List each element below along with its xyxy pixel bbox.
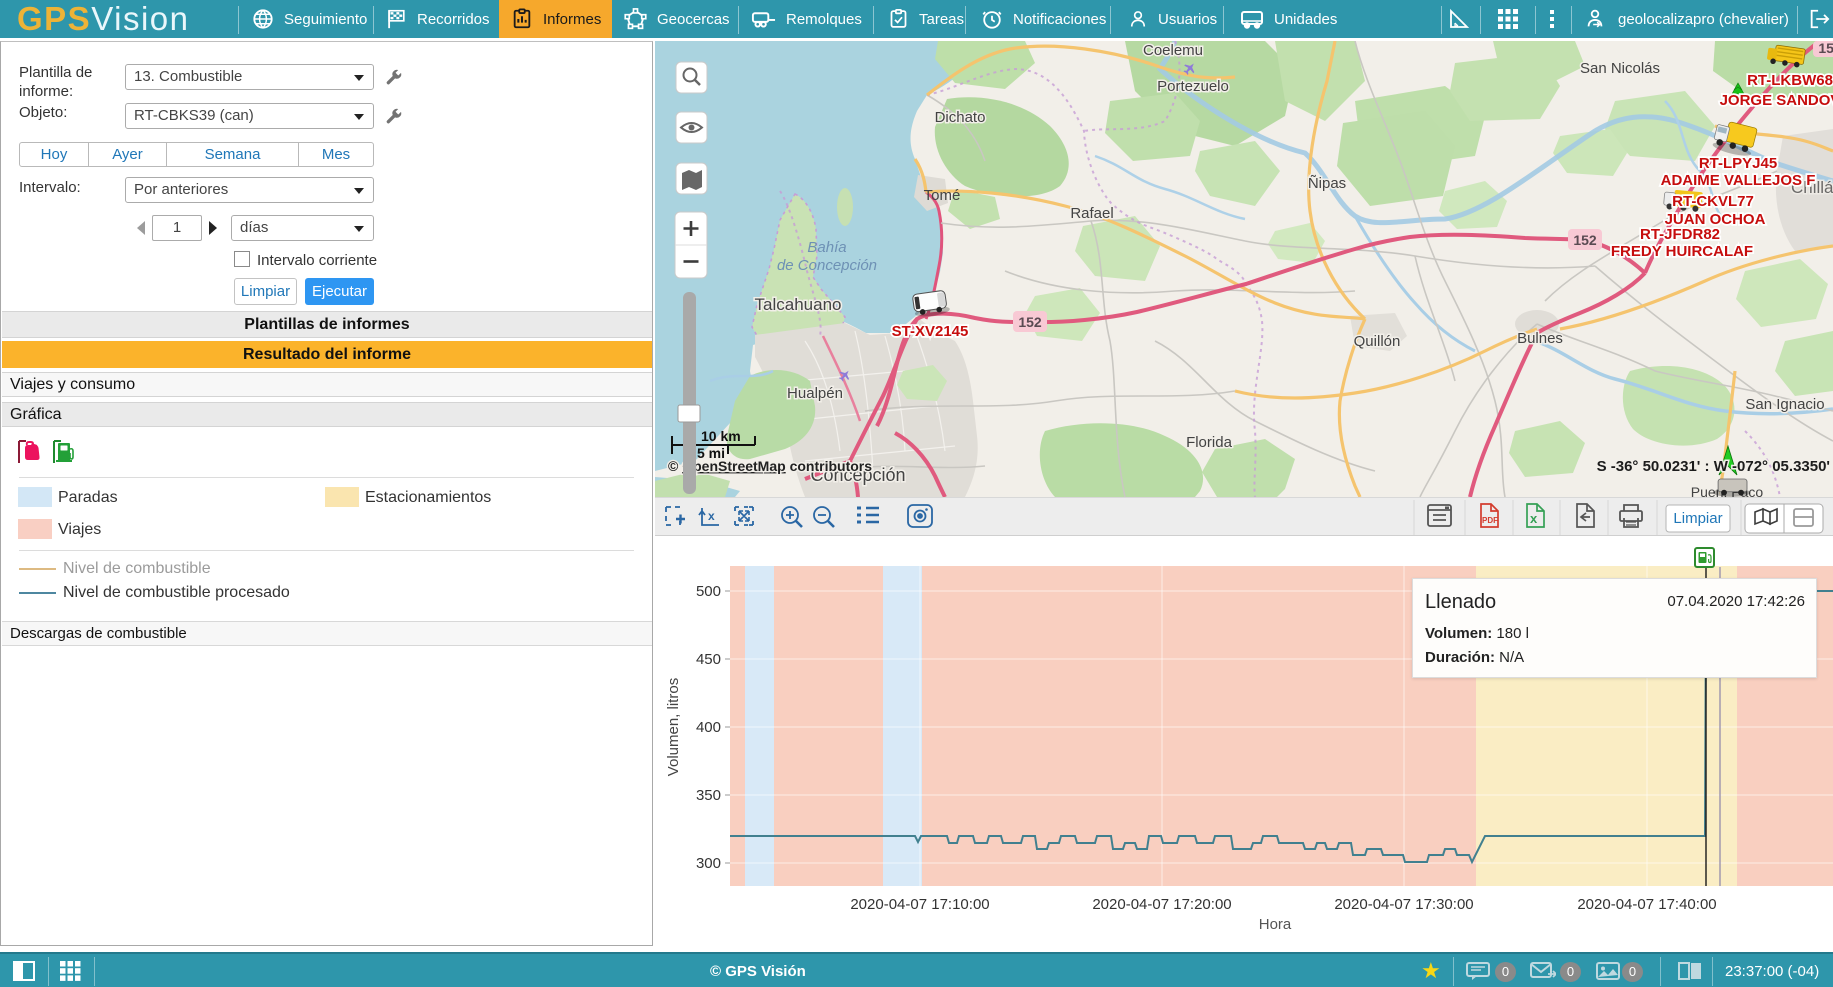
svg-text:Tomé: Tomé	[924, 187, 961, 204]
svg-text:RT-CKVL77: RT-CKVL77	[1672, 193, 1754, 210]
svg-text:San Nicolás: San Nicolás	[1580, 60, 1660, 77]
svg-text:Hualpén: Hualpén	[787, 385, 843, 402]
svg-text:Quillón: Quillón	[1354, 333, 1401, 350]
svg-text:S -36° 50.0231' : W -072° 05.3: S -36° 50.0231' : W -072° 05.3350'	[1597, 458, 1830, 475]
svg-text:Volumen, litros: Volumen, litros	[665, 678, 682, 776]
svg-text:x: x	[1530, 511, 1538, 526]
svg-text:Florida: Florida	[1186, 434, 1233, 451]
svg-text:10 km: 10 km	[701, 428, 741, 444]
svg-text:RT-JFDR82: RT-JFDR82	[1640, 226, 1720, 243]
svg-text:Rafael: Rafael	[1070, 205, 1113, 222]
svg-text:400: 400	[696, 719, 721, 736]
svg-text:Bulnes: Bulnes	[1517, 330, 1563, 347]
svg-text:ST-XV2145: ST-XV2145	[892, 323, 969, 340]
svg-text:Bahía: Bahía	[807, 239, 846, 256]
svg-text:Limpiar: Limpiar	[1673, 510, 1722, 527]
svg-text:JORGE SANDOV: JORGE SANDOV	[1720, 92, 1833, 109]
svg-text:Talcahuano: Talcahuano	[755, 295, 842, 314]
svg-text:RT-LPYJ45: RT-LPYJ45	[1699, 155, 1777, 172]
svg-text:FREDY HUIRCALAF: FREDY HUIRCALAF	[1611, 243, 1753, 260]
svg-text:x: x	[708, 509, 715, 523]
svg-text:2020-04-07 17:20:00: 2020-04-07 17:20:00	[1092, 896, 1231, 913]
svg-text:2020-04-07 17:40:00: 2020-04-07 17:40:00	[1577, 896, 1716, 913]
svg-text:450: 450	[696, 651, 721, 668]
svg-text:500: 500	[696, 583, 721, 600]
svg-text:152: 152	[1818, 41, 1833, 56]
svg-text:Ñipas: Ñipas	[1308, 175, 1346, 192]
svg-text:Coelemu: Coelemu	[1143, 42, 1203, 59]
svg-text:Portezuelo: Portezuelo	[1157, 78, 1229, 95]
svg-text:152: 152	[1018, 314, 1042, 330]
svg-text:PDF: PDF	[1482, 516, 1498, 525]
svg-text:ADAIME VALLEJOS F: ADAIME VALLEJOS F	[1661, 172, 1816, 189]
svg-text:de Concepción: de Concepción	[777, 257, 877, 274]
svg-text:2020-04-07 17:30:00: 2020-04-07 17:30:00	[1334, 896, 1473, 913]
svg-text:Hora: Hora	[1259, 916, 1292, 933]
svg-text:Dichato: Dichato	[935, 109, 986, 126]
svg-text:© OpenStreetMap contributors: © OpenStreetMap contributors	[668, 458, 872, 474]
svg-text:300: 300	[696, 855, 721, 872]
svg-text:152: 152	[1573, 232, 1597, 248]
svg-text:San Ignacio: San Ignacio	[1745, 396, 1824, 413]
svg-text:350: 350	[696, 787, 721, 804]
svg-text:2020-04-07 17:10:00: 2020-04-07 17:10:00	[850, 896, 989, 913]
svg-text:RT-LKBW68: RT-LKBW68	[1747, 72, 1833, 89]
